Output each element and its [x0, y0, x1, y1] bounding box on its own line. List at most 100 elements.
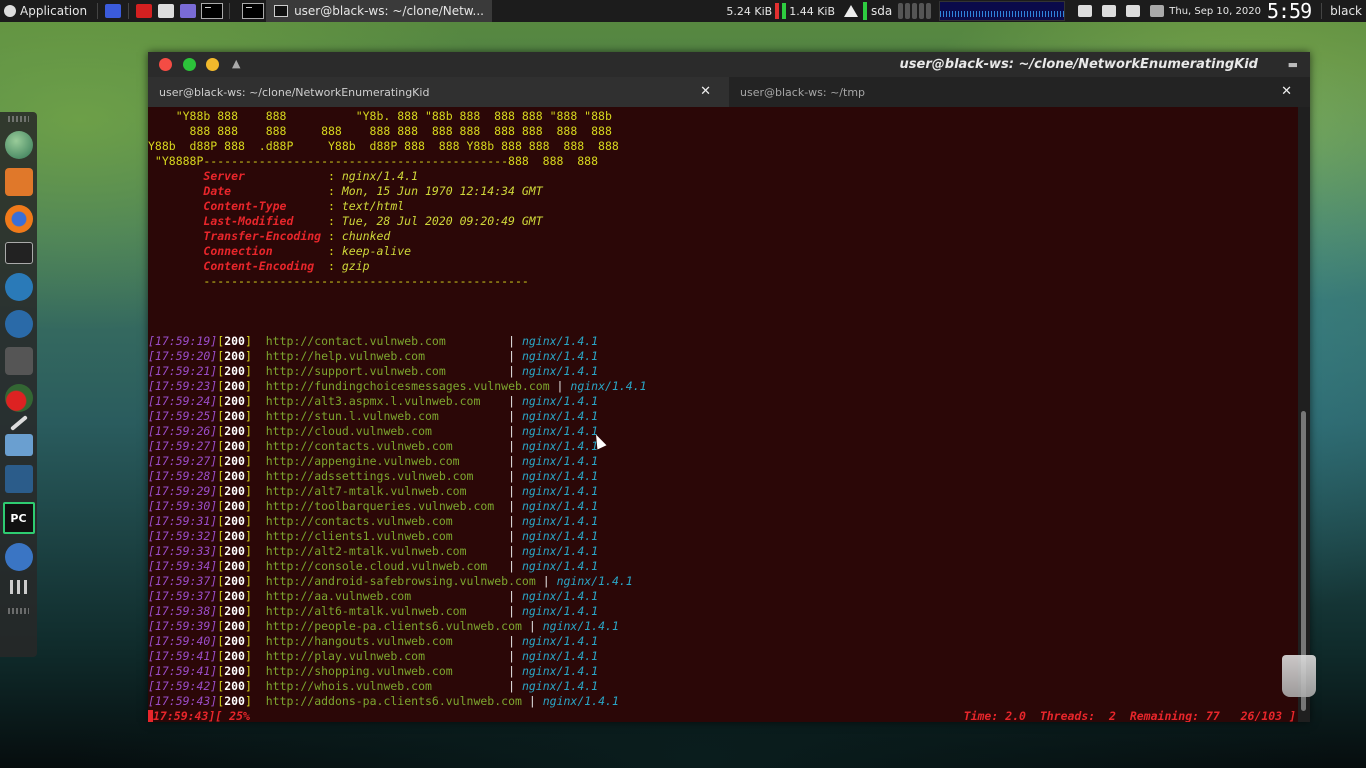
result-url: http://fundingchoicesmessages.vulnweb.co…: [265, 379, 550, 393]
result-row: [17:59:37][200] http://aa.vulnweb.com | …: [148, 589, 598, 604]
result-url: http://help.vulnweb.com: [265, 349, 502, 363]
monitor-icon[interactable]: [4, 310, 33, 338]
bracket: ]: [244, 409, 266, 423]
cpu-graph: [939, 1, 1066, 21]
folder-icon[interactable]: [4, 434, 33, 456]
header-key: Server: [203, 169, 329, 183]
bolt-icon[interactable]: [4, 543, 33, 571]
minimize-button[interactable]: [206, 58, 219, 71]
status-code: 200: [224, 649, 245, 663]
header-colon: :: [328, 259, 342, 273]
dock-grip[interactable]: [8, 608, 29, 614]
files-icon[interactable]: [158, 4, 175, 18]
wifi-icon[interactable]: [844, 5, 859, 17]
result-url: http://toolbarqueries.vulnweb.com: [265, 499, 502, 513]
header-key: Content-Type: [203, 199, 329, 213]
result-row: [17:59:21][200] http://support.vulnweb.c…: [148, 364, 598, 379]
user-menu[interactable]: black: [1326, 4, 1366, 18]
dock-grip[interactable]: [8, 116, 29, 122]
bracket: ]: [244, 484, 266, 498]
result-server: nginx/1.4.1: [521, 469, 599, 483]
pipe-separator: |: [501, 394, 522, 408]
result-url: http://appengine.vulnweb.com: [265, 454, 502, 468]
flask-icon[interactable]: [4, 347, 33, 375]
bracket: ]: [244, 514, 266, 528]
result-server: nginx/1.4.1: [521, 454, 599, 468]
result-server: nginx/1.4.1: [521, 484, 599, 498]
bracket: ]: [244, 664, 266, 678]
terminal-output[interactable]: "Y88b 888 888 "Y8b. 888 "88b 888 888 888…: [148, 107, 1298, 722]
header-key: Last-Modified: [203, 214, 329, 228]
status-code: 200: [224, 559, 245, 573]
volume-icon[interactable]: [1078, 5, 1093, 17]
status-code: 200: [224, 514, 245, 528]
download-bar: [775, 3, 780, 19]
status-line: 17:59:43][ 25%: [148, 709, 250, 722]
bracket: ]: [244, 679, 266, 693]
tool-icon[interactable]: [4, 168, 33, 196]
pipe-separator: |: [501, 424, 522, 438]
result-time: [17:59:37]: [148, 574, 218, 588]
scrollbar[interactable]: [1298, 107, 1310, 722]
globe-icon[interactable]: [4, 131, 33, 159]
result-server: nginx/1.4.1: [521, 499, 599, 513]
cherry-icon[interactable]: [4, 384, 33, 412]
camera-icon[interactable]: [1102, 5, 1117, 17]
window-titlebar[interactable]: ▲ user@black-ws: ~/clone/NetworkEnumerat…: [148, 52, 1310, 77]
firefox-icon[interactable]: [4, 205, 33, 233]
close-icon[interactable]: ✕: [700, 84, 711, 99]
header-value: text/html: [341, 199, 405, 213]
header-colon: :: [328, 199, 342, 213]
result-time: [17:59:24]: [148, 394, 218, 408]
bracket: ]: [244, 574, 266, 588]
result-time: [17:59:28]: [148, 469, 218, 483]
result-server: nginx/1.4.1: [521, 334, 599, 348]
battery-icon[interactable]: [1150, 5, 1165, 17]
result-time: [17:59:26]: [148, 424, 218, 438]
shade-icon[interactable]: ▲: [232, 57, 240, 70]
grid-icon[interactable]: [9, 580, 28, 594]
result-url: http://console.cloud.vulnweb.com: [265, 559, 502, 573]
date-label[interactable]: Thu, Sep 10, 2020: [1169, 6, 1261, 17]
header-value: nginx/1.4.1: [341, 169, 419, 183]
red-app-icon[interactable]: [136, 4, 153, 18]
close-icon[interactable]: ✕: [1281, 84, 1292, 99]
mixer-icon[interactable]: [4, 465, 33, 493]
header-value: Mon, 15 Jun 1970 12:14:34 GMT: [341, 184, 543, 198]
pipe-separator: |: [501, 334, 522, 348]
maximize-button[interactable]: [183, 58, 196, 71]
result-time: [17:59:43]: [148, 694, 218, 708]
workspace-terminal-icon[interactable]: [242, 3, 265, 19]
window-menu-icon[interactable]: ▬: [1288, 58, 1298, 71]
bracket: ]: [244, 379, 266, 393]
status-code: 200: [224, 439, 245, 453]
pipe-separator: |: [501, 454, 522, 468]
close-button[interactable]: [159, 58, 172, 71]
tab-label: user@black-ws: ~/clone/NetworkEnumeratin…: [159, 85, 430, 99]
desktop-icon[interactable]: [105, 4, 122, 18]
net-down-label: 5.24 KiB: [726, 4, 773, 18]
result-row: [17:59:42][200] http://whois.vulnweb.com…: [148, 679, 598, 694]
bracket: ]: [244, 364, 266, 378]
clock[interactable]: 5:59: [1267, 0, 1312, 23]
terminal-launcher-icon[interactable]: [201, 3, 224, 19]
terminal-icon[interactable]: [4, 242, 33, 264]
result-url: http://people-pa.clients6.vulnweb.com: [265, 619, 522, 633]
network-manager-icon[interactable]: [1126, 5, 1141, 17]
tab-networkenumeratingkid[interactable]: user@black-ws: ~/clone/NetworkEnumeratin…: [148, 77, 729, 107]
application-menu[interactable]: Application: [0, 0, 93, 22]
bracket: ]: [244, 634, 266, 648]
result-url: http://addons-pa.clients6.vulnweb.com: [265, 694, 522, 708]
trash-icon[interactable]: [1282, 655, 1316, 697]
taskbar-button-terminal[interactable]: user@black-ws: ~/clone/Netw...: [266, 0, 492, 22]
header-key: Transfer-Encoding: [203, 229, 329, 243]
result-row: [17:59:38][200] http://alt6-mtalk.vulnwe…: [148, 604, 598, 619]
header-colon: :: [328, 244, 342, 258]
header-colon: :: [328, 184, 342, 198]
wireshark-icon[interactable]: [4, 273, 33, 301]
app-switch-icon[interactable]: [180, 4, 197, 18]
pycharm-icon[interactable]: PC: [2, 502, 35, 534]
pen-icon[interactable]: [9, 415, 28, 431]
bracket: ]: [244, 559, 266, 573]
tab-tmp[interactable]: user@black-ws: ~/tmp ✕: [729, 77, 1310, 107]
